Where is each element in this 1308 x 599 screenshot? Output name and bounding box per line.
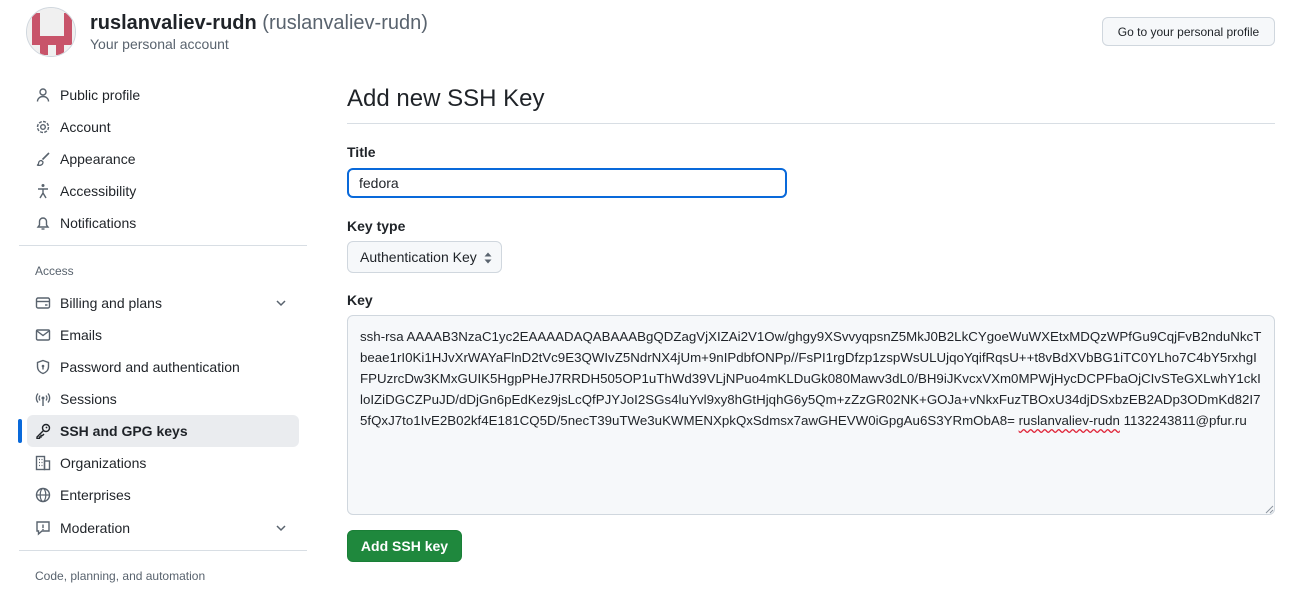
account-subtitle: Your personal account — [90, 36, 229, 52]
title-field-label: Title — [347, 144, 376, 160]
sidebar-item-public-profile[interactable]: Public profile — [27, 79, 299, 111]
sidebar-item-billing[interactable]: Billing and plans — [27, 287, 299, 319]
key-text-email: 1132243811@pfur.ru — [1119, 413, 1247, 428]
sidebar-item-appearance[interactable]: Appearance — [27, 143, 299, 175]
title-input[interactable] — [347, 168, 787, 198]
sidebar-section-access: Access — [35, 264, 74, 278]
credit-card-icon — [35, 295, 51, 311]
account-login-paren: (ruslanvaliev-rudn) — [262, 12, 428, 34]
sidebar-item-moderation[interactable]: Moderation — [27, 512, 299, 544]
sidebar-item-label: SSH and GPG keys — [60, 423, 188, 439]
active-indicator — [18, 419, 22, 443]
sidebar-item-enterprises[interactable]: Enterprises — [27, 479, 299, 511]
avatar[interactable] — [26, 7, 76, 57]
select-arrows-icon — [483, 251, 493, 265]
sidebar-item-password-auth[interactable]: Password and authentication — [27, 351, 299, 383]
sidebar-item-label: Notifications — [60, 215, 137, 231]
sidebar-item-accessibility[interactable]: Accessibility — [27, 175, 299, 207]
bell-icon — [35, 215, 51, 231]
sidebar-item-label: Emails — [60, 327, 103, 343]
globe-icon — [35, 487, 51, 503]
sidebar-item-emails[interactable]: Emails — [27, 319, 299, 351]
person-icon — [35, 87, 51, 103]
sidebar-item-label: Public profile — [60, 87, 141, 103]
sidebar-divider — [19, 245, 307, 246]
identicon-image — [27, 8, 75, 56]
sidebar-item-sessions[interactable]: Sessions — [27, 383, 299, 415]
go-to-profile-button[interactable]: Go to your personal profile — [1102, 17, 1275, 46]
shield-lock-icon — [35, 359, 51, 375]
sidebar-item-label: Enterprises — [60, 487, 131, 503]
key-field-label: Key — [347, 292, 373, 308]
organization-icon — [35, 455, 51, 471]
gear-icon — [35, 119, 51, 135]
chevron-down-icon[interactable] — [273, 295, 289, 311]
key-icon — [35, 423, 51, 439]
sidebar-item-organizations[interactable]: Organizations — [27, 447, 299, 479]
sidebar-section-code: Code, planning, and automation — [35, 569, 206, 583]
sidebar-item-label: Billing and plans — [60, 295, 162, 311]
key-textarea[interactable]: ssh-rsa AAAAB3NzaC1yc2EAAAADAQABAAABgQDZ… — [347, 315, 1275, 515]
key-type-select[interactable]: Authentication Key — [347, 241, 502, 273]
paintbrush-icon — [35, 151, 51, 167]
report-icon — [35, 520, 51, 536]
sidebar-item-label: Sessions — [60, 391, 117, 407]
key-text-username: ruslanvaliev-rudn — [1018, 413, 1120, 428]
add-ssh-key-button[interactable]: Add SSH key — [347, 530, 462, 562]
key-type-selected: Authentication Key — [360, 249, 477, 265]
sidebar-item-label: Accessibility — [60, 183, 137, 199]
account-login[interactable]: ruslanvaliev-rudn — [90, 12, 257, 34]
sidebar-item-label: Password and authentication — [60, 359, 240, 375]
chevron-down-icon[interactable] — [273, 520, 289, 536]
sidebar-item-label: Appearance — [60, 151, 136, 167]
mail-icon — [35, 327, 51, 343]
accessibility-icon — [35, 183, 51, 199]
sidebar-item-label: Moderation — [60, 520, 131, 536]
sidebar-item-ssh-gpg-keys[interactable]: SSH and GPG keys — [27, 415, 299, 447]
key-type-label: Key type — [347, 218, 406, 234]
page-title: Add new SSH Key — [347, 85, 545, 112]
sidebar-item-notifications[interactable]: Notifications — [27, 207, 299, 239]
resize-handle-icon[interactable] — [1264, 504, 1274, 514]
sidebar-item-label: Organizations — [60, 455, 147, 471]
title-divider — [347, 123, 1275, 124]
broadcast-icon — [35, 391, 51, 407]
account-name: ruslanvaliev-rudn (ruslanvaliev-rudn) — [90, 10, 428, 36]
sidebar-item-label: Account — [60, 119, 111, 135]
sidebar-item-account[interactable]: Account — [27, 111, 299, 143]
sidebar-divider — [19, 550, 307, 551]
